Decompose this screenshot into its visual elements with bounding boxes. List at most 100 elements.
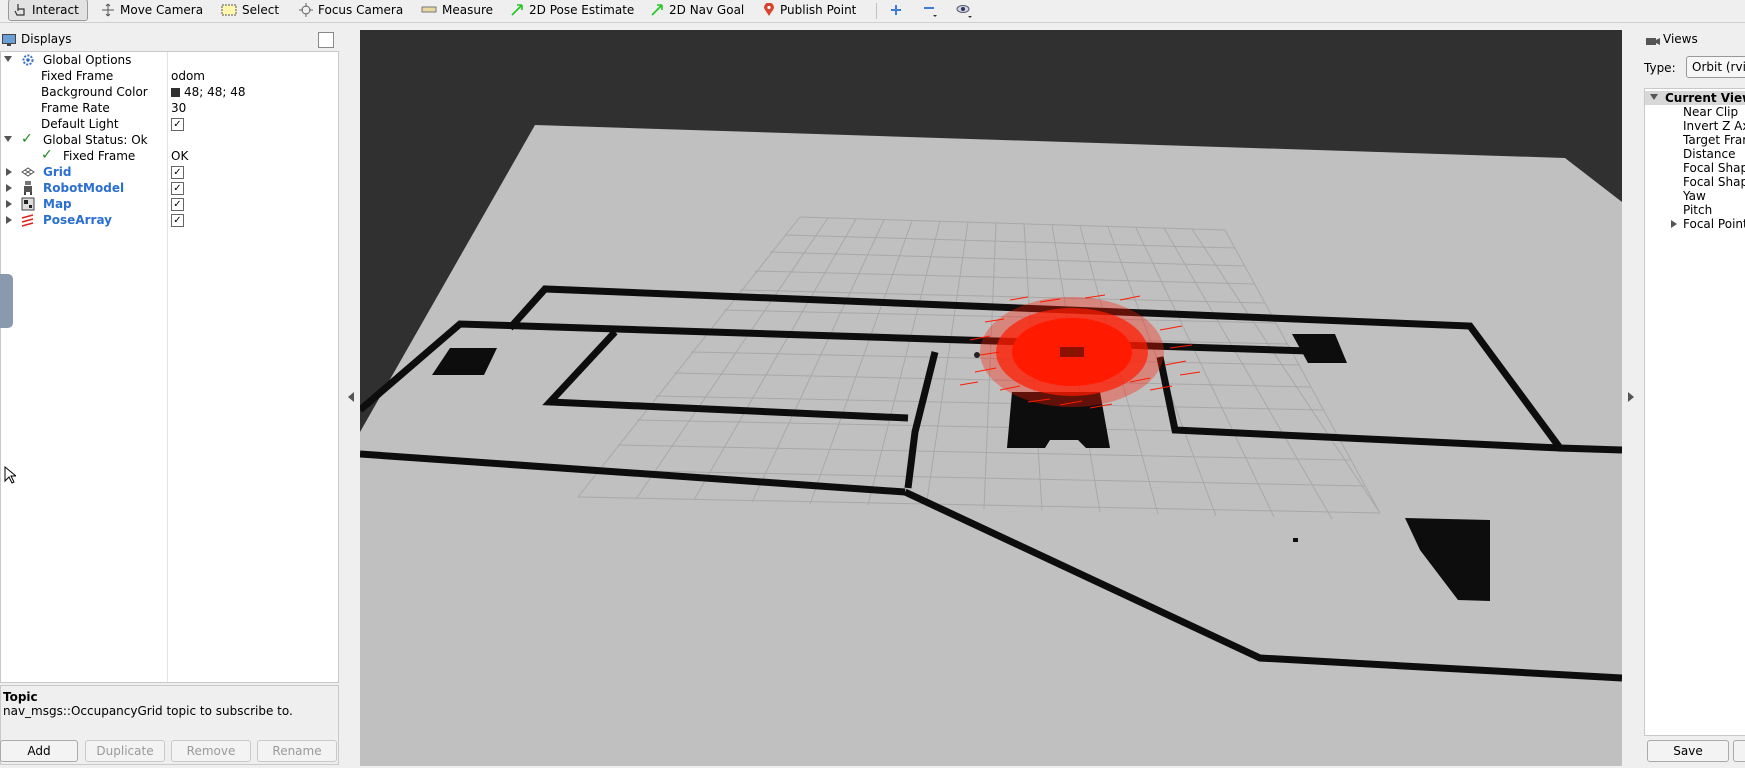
select-tool-button[interactable]: Select bbox=[221, 0, 279, 20]
fixed-frame-value[interactable]: odom bbox=[171, 69, 205, 83]
minus-icon bbox=[924, 7, 937, 17]
side-panel-handle[interactable] bbox=[0, 274, 13, 328]
expand-arrow-icon[interactable] bbox=[6, 200, 12, 208]
robot-marker bbox=[974, 352, 980, 358]
duplicate-display-button[interactable]: Duplicate bbox=[85, 740, 165, 762]
ruler-icon bbox=[421, 6, 437, 13]
focus-camera-tool-button[interactable]: Focus Camera bbox=[299, 0, 403, 20]
move-camera-tool-label: Move Camera bbox=[120, 3, 204, 17]
robot-icon bbox=[24, 181, 32, 195]
save-view-button[interactable]: Save bbox=[1647, 740, 1729, 762]
checkmark-icon: ✓ bbox=[21, 131, 33, 147]
extra-view-button[interactable] bbox=[1733, 740, 1745, 762]
view-property-row[interactable]: Pitch bbox=[1645, 203, 1745, 217]
tree-row-grid[interactable]: Grid ✓ bbox=[1, 164, 337, 180]
expand-arrow-icon[interactable] bbox=[6, 216, 12, 224]
select-rectangle-icon bbox=[221, 4, 237, 16]
nav-goal-tool-button[interactable]: 2D Nav Goal bbox=[650, 0, 744, 20]
view-property-row[interactable]: Yaw bbox=[1645, 189, 1745, 203]
publish-point-tool-label: Publish Point bbox=[780, 3, 857, 17]
view-property-row[interactable]: Invert Z Axis bbox=[1645, 119, 1745, 133]
rename-display-button[interactable]: Rename bbox=[257, 740, 337, 762]
view-property-row[interactable]: Focal Point bbox=[1645, 217, 1745, 231]
select-tool-label: Select bbox=[242, 3, 280, 17]
publish-point-tool-button[interactable]: Publish Point bbox=[763, 0, 856, 20]
view-property-label: Focal Shape Fixed Size bbox=[1683, 175, 1745, 189]
collapse-right-arrow-icon[interactable] bbox=[1628, 392, 1634, 402]
view-property-row[interactable]: Distance bbox=[1645, 147, 1745, 161]
displays-panel: Displays Global Options Fixed Frame odom… bbox=[0, 30, 339, 766]
views-panel: Views Type: Orbit (rviz) Current View Ne… bbox=[1641, 30, 1745, 766]
description-body: nav_msgs::OccupancyGrid topic to subscri… bbox=[3, 704, 293, 718]
expand-arrow-icon[interactable] bbox=[1650, 94, 1658, 100]
tree-row-posearray[interactable]: PoseArray ✓ bbox=[1, 212, 337, 228]
expand-arrow-icon[interactable] bbox=[6, 168, 12, 176]
tree-row-robotmodel[interactable]: RobotModel ✓ bbox=[1, 180, 337, 196]
map-icon bbox=[21, 197, 35, 211]
tree-label: Fixed Frame bbox=[63, 149, 136, 163]
tree-row-fixed-frame[interactable]: Fixed Frame odom bbox=[1, 68, 337, 84]
add-tool-button[interactable] bbox=[889, 0, 903, 20]
view-property-label: Near Clip bbox=[1683, 105, 1739, 119]
pose-estimate-tool-button[interactable]: 2D Pose Estimate bbox=[510, 0, 634, 20]
view-property-row[interactable]: Focal Shape Size bbox=[1645, 161, 1745, 175]
tree-label: Global Options bbox=[43, 53, 132, 67]
view-type-label: Type: bbox=[1644, 61, 1676, 75]
grid-checkbox[interactable]: ✓ bbox=[171, 166, 184, 179]
tree-row-map[interactable]: Map ✓ bbox=[1, 196, 337, 212]
view-property-row[interactable]: Target Frame bbox=[1645, 133, 1745, 147]
tool-properties-button[interactable] bbox=[956, 0, 974, 20]
nav-goal-tool-label: 2D Nav Goal bbox=[669, 3, 745, 17]
view-property-label: Pitch bbox=[1683, 203, 1713, 217]
interact-tool-button[interactable]: Interact bbox=[8, 0, 88, 21]
monitor-icon bbox=[2, 34, 16, 46]
tree-row-global-options[interactable]: Global Options bbox=[1, 52, 337, 68]
expand-arrow-icon[interactable] bbox=[4, 136, 12, 142]
view-property-label: Yaw bbox=[1683, 189, 1706, 203]
expand-arrow-icon[interactable] bbox=[1671, 220, 1677, 228]
remove-display-button[interactable]: Remove bbox=[171, 740, 251, 762]
remove-tool-button[interactable] bbox=[922, 0, 938, 20]
map-scene[interactable] bbox=[360, 30, 1622, 766]
tree-label: Global Status: Ok bbox=[43, 133, 148, 147]
tree-label: Map bbox=[43, 197, 72, 211]
current-view-row[interactable]: Current View bbox=[1645, 91, 1745, 105]
view-property-row[interactable]: Focal Shape Fixed Size bbox=[1645, 175, 1745, 189]
tree-row-frame-rate[interactable]: Frame Rate 30 bbox=[1, 100, 337, 116]
view-property-label: Target Frame bbox=[1683, 133, 1745, 147]
displays-panel-title-bar: Displays bbox=[0, 30, 338, 50]
measure-tool-label: Measure bbox=[442, 3, 493, 17]
default-light-checkbox[interactable]: ✓ bbox=[171, 118, 184, 131]
robotmodel-checkbox[interactable]: ✓ bbox=[171, 182, 184, 195]
tree-label: Fixed Frame bbox=[41, 69, 114, 83]
undock-button[interactable] bbox=[318, 32, 334, 48]
eye-icon bbox=[956, 5, 972, 18]
pose-arrows-icon bbox=[21, 214, 34, 227]
camera-icon bbox=[1646, 38, 1660, 45]
expand-arrow-icon[interactable] bbox=[4, 56, 12, 62]
mouse-cursor-icon bbox=[4, 466, 16, 484]
tree-label: RobotModel bbox=[43, 181, 125, 195]
frame-rate-value[interactable]: 30 bbox=[171, 101, 186, 115]
expand-arrow-icon[interactable] bbox=[6, 184, 12, 192]
robot-marker bbox=[1060, 347, 1084, 357]
posearray-checkbox[interactable]: ✓ bbox=[171, 214, 184, 227]
tree-row-default-light[interactable]: Default Light ✓ bbox=[1, 116, 337, 132]
tree-row-global-status[interactable]: ✓ Global Status: Ok bbox=[1, 131, 337, 148]
view-property-label: Distance bbox=[1683, 147, 1736, 161]
view-property-label: Invert Z Axis bbox=[1683, 119, 1745, 133]
map-checkbox[interactable]: ✓ bbox=[171, 198, 184, 211]
view-type-select[interactable]: Orbit (rviz) bbox=[1686, 56, 1745, 78]
move-camera-tool-button[interactable]: Move Camera bbox=[101, 0, 203, 20]
tree-row-background-color[interactable]: Background Color 48; 48; 48 bbox=[1, 84, 337, 100]
background-color-value[interactable]: 48; 48; 48 bbox=[171, 85, 246, 99]
current-view-label: Current View bbox=[1665, 91, 1745, 105]
add-display-button[interactable]: Add bbox=[0, 740, 78, 762]
render-viewport[interactable] bbox=[360, 30, 1622, 766]
measure-tool-button[interactable]: Measure bbox=[421, 0, 493, 20]
displays-panel-title: Displays bbox=[21, 32, 72, 46]
collapse-left-arrow-icon[interactable] bbox=[348, 392, 354, 402]
tree-row-status-fixed-frame[interactable]: ✓ Fixed Frame OK bbox=[1, 147, 337, 164]
interact-tool-label: Interact bbox=[32, 3, 79, 17]
view-property-row[interactable]: Near Clip bbox=[1645, 105, 1745, 119]
